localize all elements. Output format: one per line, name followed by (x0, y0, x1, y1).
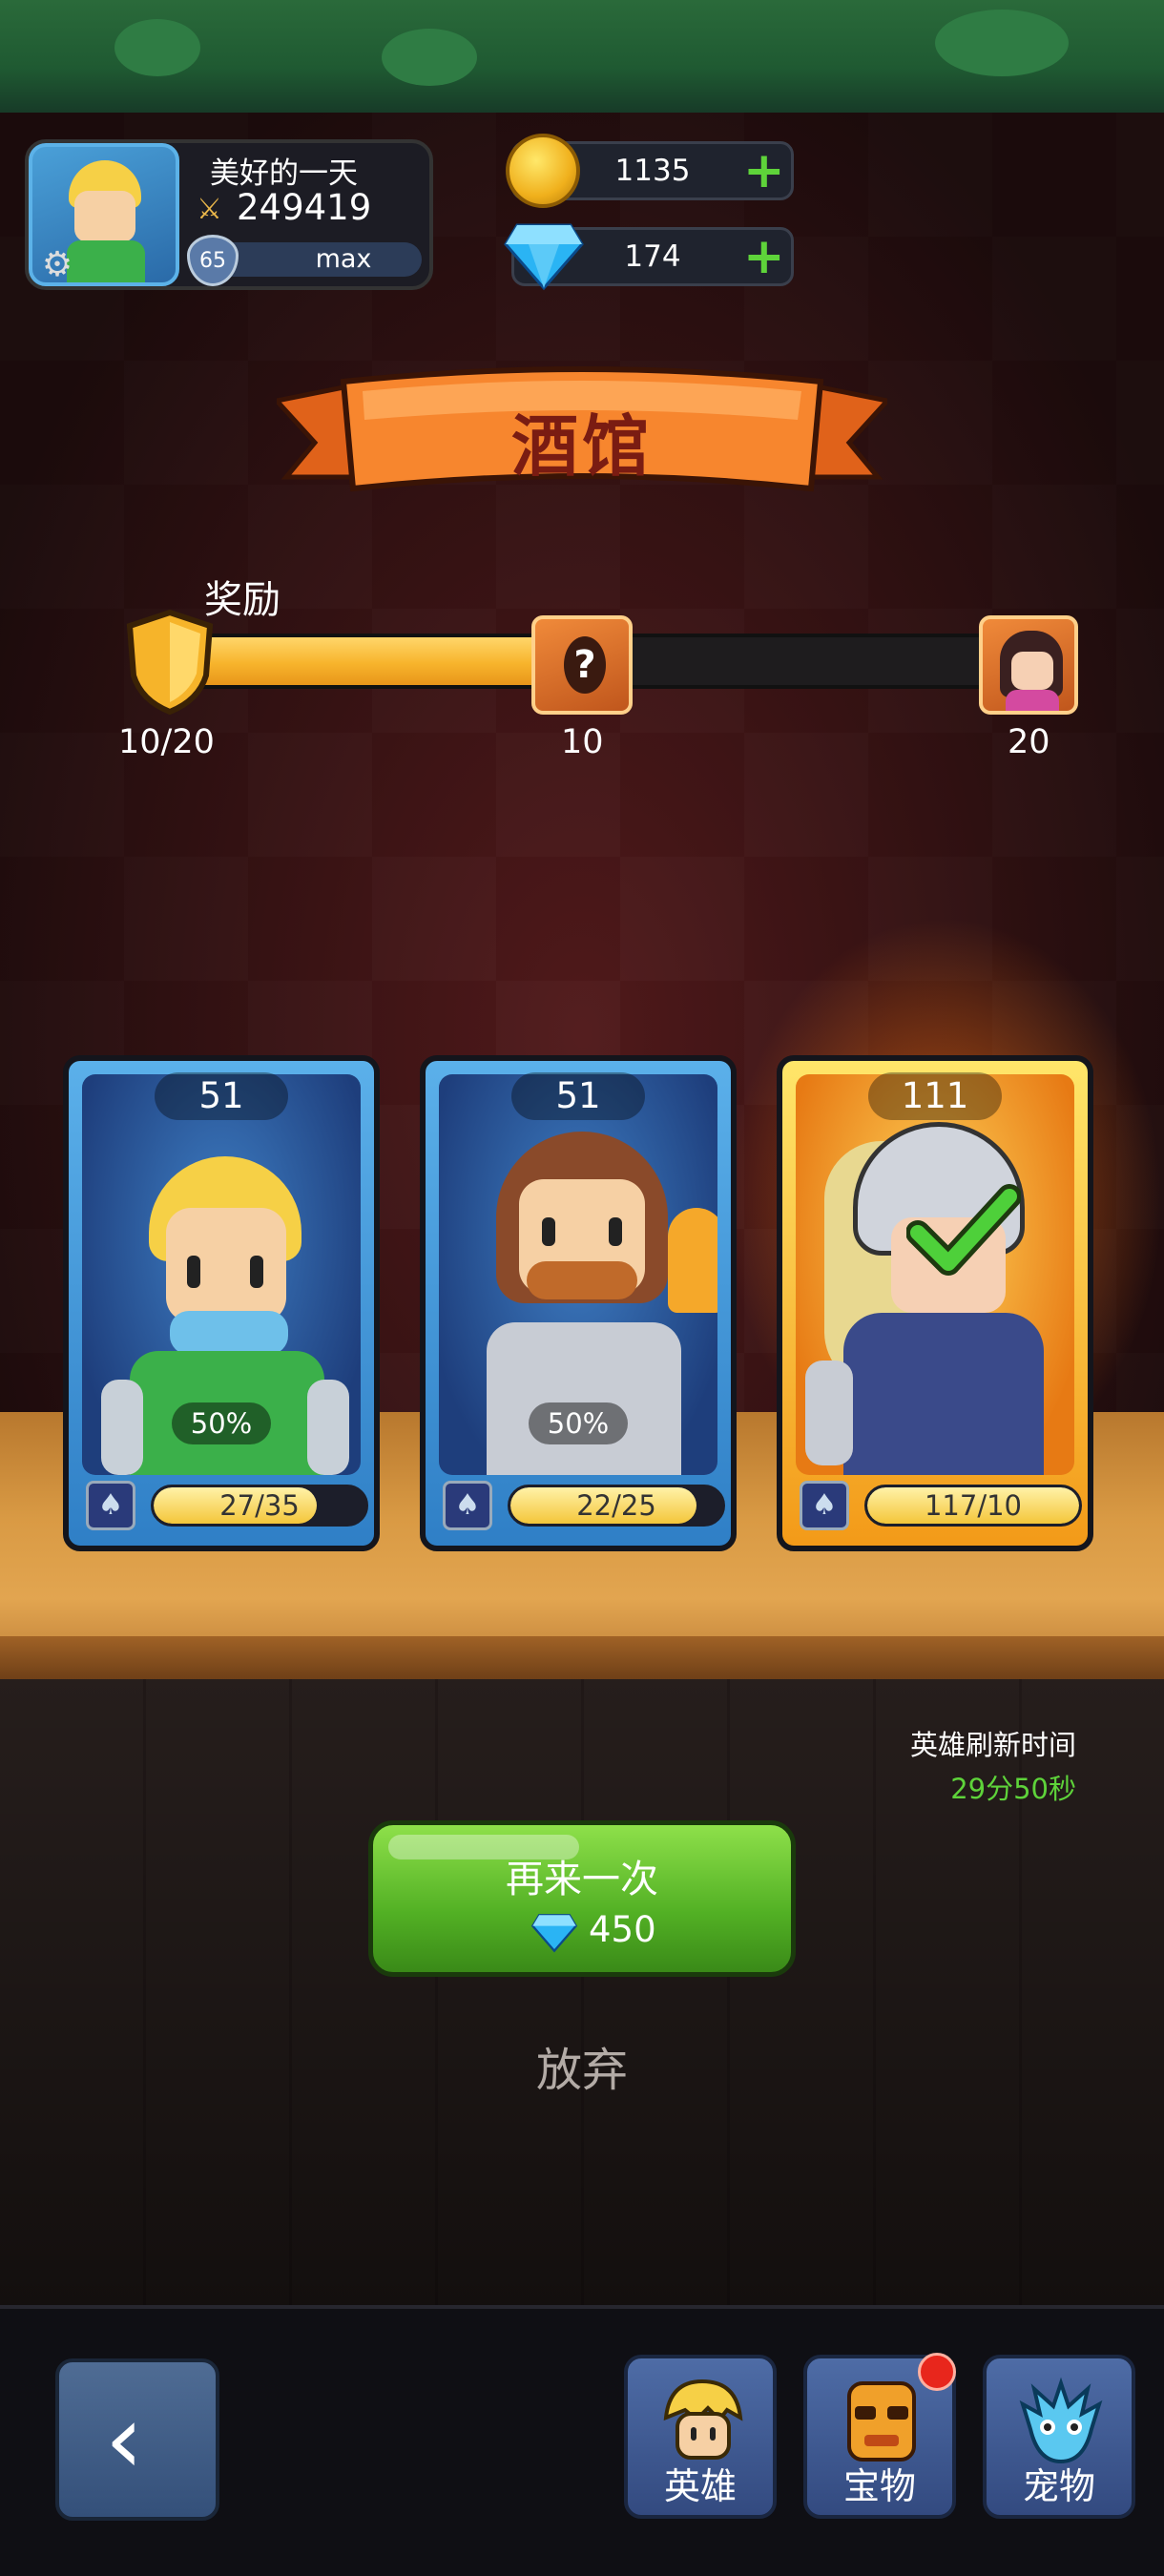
reward-progress-fill (164, 637, 580, 685)
gold-value: 1135 (614, 154, 691, 188)
shard-count: 22/25 (576, 1489, 656, 1522)
hero-reward-portrait[interactable] (979, 615, 1078, 715)
checkmark-icon (906, 1184, 1021, 1276)
gold-shield-icon (126, 609, 214, 716)
page-title: 酒馆 (511, 407, 653, 486)
add-gold-button[interactable]: + (743, 146, 785, 196)
draw-again-cost: 450 (589, 1909, 656, 1950)
golden-mask-icon (847, 2381, 916, 2462)
nav-pets-button[interactable]: 宠物 (983, 2355, 1135, 2519)
refresh-label: 英雄刷新时间 (909, 1729, 1076, 1761)
shard-count: 27/35 (219, 1489, 300, 1522)
diamond-icon (531, 1914, 577, 1953)
bottom-nav: ‹ 英雄 宝物 宠物 (0, 2305, 1164, 2576)
give-up-button[interactable]: 放弃 (0, 2032, 1164, 2099)
add-gem-button[interactable]: + (743, 232, 785, 281)
nav-treasure-label: 宝物 (842, 2465, 916, 2507)
milestone-label: 20 (1008, 723, 1050, 761)
card-power: 51 (511, 1072, 645, 1120)
gem-value: 174 (624, 239, 681, 274)
gear-icon[interactable]: ⚙ (38, 246, 76, 283)
shard-progress: 27/35 (151, 1485, 368, 1527)
level-status: max (315, 244, 372, 274)
shard-progress: 117/10 (864, 1485, 1082, 1527)
combat-power: 249419 (237, 187, 372, 228)
shard-progress: 22/25 (508, 1485, 725, 1527)
nav-treasure-button[interactable]: 宝物 (803, 2353, 956, 2519)
card-power: 51 (155, 1072, 288, 1120)
nav-pets-label: 宠物 (1022, 2465, 1095, 2507)
table-edge (0, 1636, 1164, 1680)
avatar[interactable]: ⚙ (29, 143, 179, 286)
hero-card[interactable]: 51 50% ♠ 27/35 (63, 1055, 380, 1551)
hero-card[interactable]: 51 50% ♠ 22/25 (420, 1055, 737, 1551)
diamond-icon (504, 223, 584, 291)
gold-coin-icon (506, 134, 580, 208)
milestone-label: 10 (561, 723, 604, 761)
hero-card-selected[interactable]: 111 ♠ 117/10 (777, 1055, 1093, 1551)
player-profile[interactable]: ⚙ 美好的一天 ⚔ 249419 65 max (25, 139, 433, 290)
reward-progress-text: 10/20 (118, 723, 215, 761)
card-deck-icon: ♠ (443, 1481, 492, 1530)
notification-dot (918, 2353, 956, 2391)
world-map-strip (0, 0, 1164, 113)
player-name: 美好的一天 (210, 156, 358, 191)
crossed-swords-icon: ⚔ (197, 193, 222, 226)
mystery-reward-box[interactable]: ? (531, 615, 633, 715)
level-shield-icon: 65 (187, 235, 239, 286)
card-deck-icon: ♠ (86, 1481, 135, 1530)
hero-face-icon (663, 2379, 743, 2460)
nav-heroes-button[interactable]: 英雄 (624, 2355, 777, 2519)
chevron-left-icon: ‹ (105, 2383, 143, 2495)
card-percent: 50% (529, 1402, 628, 1444)
dragon-pet-icon (1019, 2377, 1103, 2464)
draw-again-button[interactable]: 再来一次 450 (368, 1820, 796, 1977)
card-power: 111 (868, 1072, 1002, 1120)
card-deck-icon: ♠ (800, 1481, 849, 1530)
shard-count: 117/10 (924, 1489, 1023, 1522)
card-percent: 50% (172, 1402, 271, 1444)
nav-heroes-label: 英雄 (663, 2465, 737, 2507)
question-icon: ? (564, 636, 606, 694)
draw-again-label: 再来一次 (506, 1858, 658, 1901)
back-button[interactable]: ‹ (55, 2358, 219, 2521)
refresh-countdown: 29分50秒 (950, 1773, 1076, 1805)
